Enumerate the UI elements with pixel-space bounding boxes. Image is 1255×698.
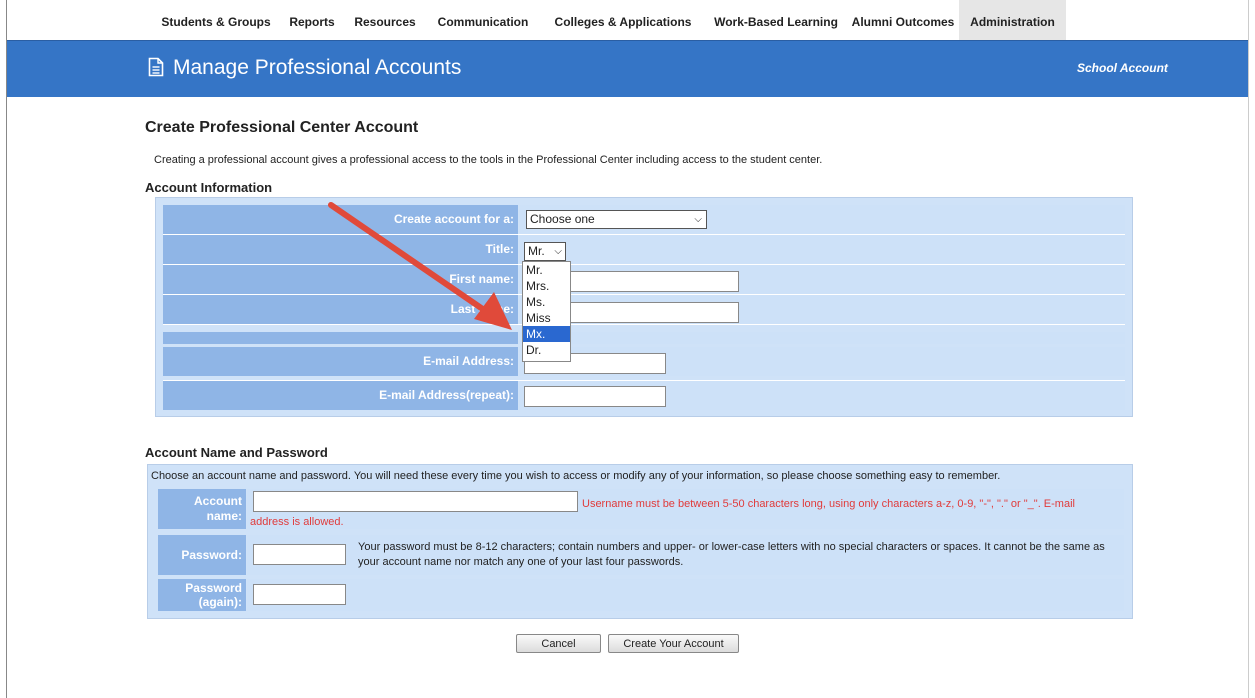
account-name-label: Account name: [158,489,246,529]
password-again-label: Password (again): [158,579,246,611]
nav-item-resources[interactable]: Resources [345,0,425,40]
chevron-down-icon: ⌵ [554,246,562,257]
row-account-name: Account name: Username must be between 5… [158,489,1124,529]
account-info-panel: Create account for a: Choose one ⌵ Title… [155,197,1133,417]
row-email-repeat: E-mail Address(repeat): [163,381,1125,410]
create-for-value: Choose one [530,212,595,226]
nav-item-reports[interactable]: Reports [279,0,345,40]
page-title: Create Professional Center Account [145,119,419,136]
title-option-dr[interactable]: Dr. [523,342,570,358]
first-name-label: First name: [163,265,518,294]
account-name-error: Username must be between 5-50 characters… [250,498,1075,528]
create-for-label: Create account for a: [163,205,518,234]
nav-item-colleges-applications[interactable]: Colleges & Applications [541,0,705,40]
title-select[interactable]: Mr. ⌵ [524,242,566,261]
cancel-button[interactable]: Cancel [516,634,601,653]
nav-item-communication[interactable]: Communication [425,0,541,40]
nav-item-students-groups[interactable]: Students & Groups [153,0,279,40]
row-password: Password: Your password must be 8-12 cha… [158,535,1124,575]
nav-item-alumni-outcomes[interactable]: Alumni Outcomes [847,0,959,40]
frame-border-right [1248,0,1249,698]
title-label: Title: [163,235,518,264]
school-account-label: School Account [1077,61,1168,75]
row-spacer [163,332,1125,344]
email-label: E-mail Address: [163,347,518,376]
account-name-password-panel: Choose an account name and password. You… [147,464,1133,619]
title-option-mr[interactable]: Mr. [523,262,570,278]
create-account-button[interactable]: Create Your Account [608,634,739,653]
page-banner: Manage Professional Accounts School Acco… [7,40,1248,97]
nav-item-administration[interactable]: Administration [959,0,1066,40]
password-input[interactable] [253,544,346,565]
chevron-down-icon: ⌵ [694,214,702,225]
account-name-password-description: Choose an account name and password. You… [151,470,1001,482]
row-password-again: Password (again): [158,579,1124,611]
title-option-mrs[interactable]: Mrs. [523,278,570,294]
frame-border-left [6,0,7,698]
page-intro: Creating a professional account gives a … [154,154,823,166]
row-email: E-mail Address: [163,347,1125,376]
row-create-account-for: Create account for a: Choose one ⌵ [163,205,1125,234]
password-label: Password: [158,535,246,575]
top-nav: Students & Groups Reports Resources Comm… [7,0,1248,40]
email-repeat-label: E-mail Address(repeat): [163,381,518,410]
banner-title: Manage Professional Accounts [173,56,462,79]
last-name-label: Last name: [163,295,518,324]
password-again-input[interactable] [253,584,346,605]
create-for-select[interactable]: Choose one ⌵ [526,210,707,229]
title-dropdown-list: Mr. Mrs. Ms. Miss Mx. Dr. [522,261,571,362]
title-option-miss[interactable]: Miss [523,310,570,326]
account-name-password-heading: Account Name and Password [145,445,328,460]
password-requirements: Your password must be 8-12 characters; c… [358,541,1105,568]
row-first-name: First name: [163,265,1125,294]
row-title: Title: Mr. ⌵ [163,235,1125,264]
title-option-mx[interactable]: Mx. [523,326,570,342]
title-option-ms[interactable]: Ms. [523,294,570,310]
email-repeat-input[interactable] [524,386,666,407]
document-icon [148,57,164,77]
title-value: Mr. [528,244,545,258]
account-info-heading: Account Information [145,180,273,195]
row-last-name: Last name: [163,295,1125,324]
nav-item-work-based-learning[interactable]: Work-Based Learning [705,0,847,40]
